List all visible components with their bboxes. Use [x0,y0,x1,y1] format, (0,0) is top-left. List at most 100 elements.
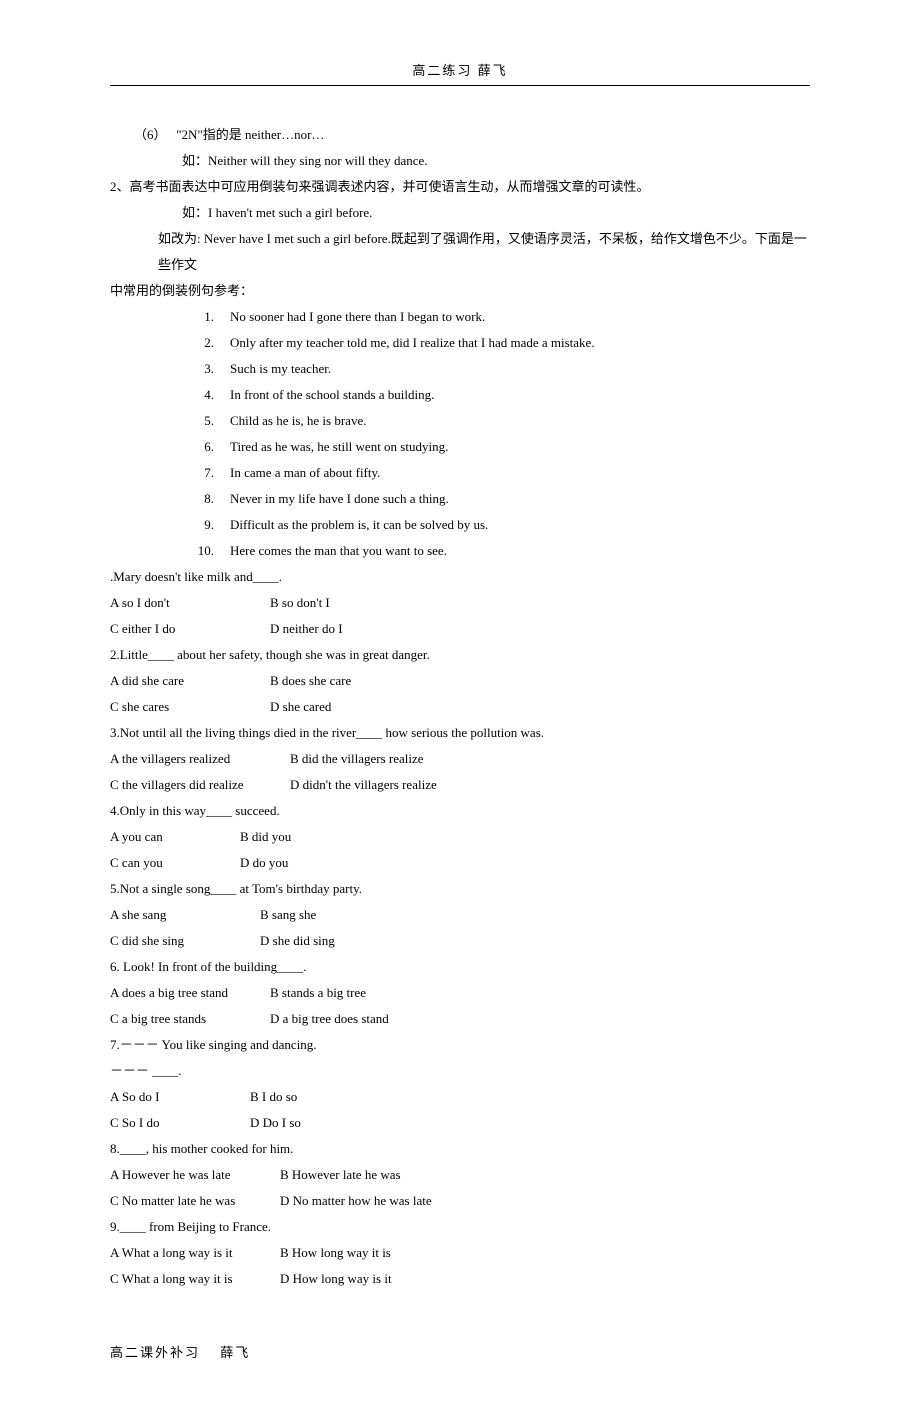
question-2-options-row-1: A did she careB does she care [110,668,810,694]
list-item: 4.In front of the school stands a buildi… [182,382,810,408]
question-1-options-row-1: A so I don'tB so don't I [110,590,810,616]
question-4-options-row-1: A you canB did you [110,824,810,850]
list-text: Here comes the man that you want to see. [230,538,447,564]
option-d: D How long way is it [280,1266,392,1292]
option-b: B did the villagers realize [290,746,424,772]
list-text: In front of the school stands a building… [230,382,434,408]
list-text: Child as he is, he is brave. [230,408,366,434]
list-number: 7. [182,460,230,486]
question-7-stem-1: 7.－－－ You like singing and dancing. [110,1032,810,1058]
option-c: C the villagers did realize [110,772,290,798]
option-c: C can you [110,850,240,876]
list-item: 5.Child as he is, he is brave. [182,408,810,434]
question-6-options-row-2: C a big tree standsD a big tree does sta… [110,1006,810,1032]
list-number: 2. [182,330,230,356]
option-a: A So do I [110,1084,250,1110]
question-4-stem: 4.Only in this way____ succeed. [110,798,810,824]
question-6-stem: 6. Look! In front of the building____. [110,954,810,980]
question-1-stem: .Mary doesn't like milk and____. [110,564,810,590]
option-a: A What a long way is it [110,1240,280,1266]
list-text: Difficult as the problem is, it can be s… [230,512,488,538]
question-8-stem: 8.____, his mother cooked for him. [110,1136,810,1162]
list-text: No sooner had I gone there than I began … [230,304,485,330]
list-item: 8.Never in my life have I done such a th… [182,486,810,512]
option-a: A did she care [110,668,270,694]
option-d: D No matter how he was late [280,1188,432,1214]
section-2-rewrite-1: 如改为: Never have I met such a girl before… [110,226,810,278]
question-6-options-row-1: A does a big tree standB stands a big tr… [110,980,810,1006]
question-3-options-row-2: C the villagers did realizeD didn't the … [110,772,810,798]
list-text: Such is my teacher. [230,356,331,382]
page-header: 高二练习 薛飞 [110,60,810,86]
section-6-label: （6） "2N"指的是 neither…nor… [110,122,810,148]
question-3-options-row-1: A the villagers realizedB did the villag… [110,746,810,772]
page-footer: 高二课外补习 薛飞 [110,1342,810,1361]
option-c: C No matter late he was [110,1188,280,1214]
question-7-stem-2: －－－ ____. [110,1058,810,1084]
section-2-rewrite-2: 中常用的倒装例句参考： [110,278,810,304]
list-item: 1.No sooner had I gone there than I bega… [182,304,810,330]
list-text: Never in my life have I done such a thin… [230,486,449,512]
question-5-stem: 5.Not a single song____ at Tom's birthda… [110,876,810,902]
list-number: 3. [182,356,230,382]
option-b: B sang she [260,902,316,928]
option-b: B did you [240,824,291,850]
list-number: 1. [182,304,230,330]
question-2-stem: 2.Little____ about her safety, though sh… [110,642,810,668]
option-b: B stands a big tree [270,980,366,1006]
list-number: 6. [182,434,230,460]
list-item: 6.Tired as he was, he still went on stud… [182,434,810,460]
option-c: C So I do [110,1110,250,1136]
option-c: C she cares [110,694,270,720]
question-9-stem: 9.____ from Beijing to France. [110,1214,810,1240]
section-2-example: 如：I haven't met such a girl before. [110,200,810,226]
section-6-example: 如：Neither will they sing nor will they d… [110,148,810,174]
question-7-options-row-2: C So I doD Do I so [110,1110,810,1136]
option-a: A does a big tree stand [110,980,270,1006]
option-c: C either I do [110,616,270,642]
question-2-options-row-2: C she caresD she cared [110,694,810,720]
option-d: D she did sing [260,928,335,954]
list-number: 4. [182,382,230,408]
option-a: A so I don't [110,590,270,616]
option-b: B so don't I [270,590,330,616]
list-item: 10.Here comes the man that you want to s… [182,538,810,564]
section-2-text: 2、高考书面表达中可应用倒装句来强调表述内容，并可使语言生动，从而增强文章的可读… [110,174,810,200]
list-item: 3.Such is my teacher. [182,356,810,382]
question-5-options-row-1: A she sangB sang she [110,902,810,928]
option-d: D a big tree does stand [270,1006,389,1032]
question-3-stem: 3.Not until all the living things died i… [110,720,810,746]
question-1-options-row-2: C either I doD neither do I [110,616,810,642]
option-b: B How long way it is [280,1240,391,1266]
option-c: C a big tree stands [110,1006,270,1032]
option-d: D she cared [270,694,331,720]
question-8-options-row-1: A However he was lateB However late he w… [110,1162,810,1188]
option-a: A she sang [110,902,260,928]
list-text: Tired as he was, he still went on studyi… [230,434,448,460]
option-d: D didn't the villagers realize [290,772,437,798]
question-7-options-row-1: A So do IB I do so [110,1084,810,1110]
option-b: B does she care [270,668,351,694]
option-d: D do you [240,850,288,876]
example-list: 1.No sooner had I gone there than I bega… [110,304,810,564]
question-4-options-row-2: C can youD do you [110,850,810,876]
option-c: C did she sing [110,928,260,954]
option-d: D Do I so [250,1110,301,1136]
question-8-options-row-2: C No matter late he wasD No matter how h… [110,1188,810,1214]
option-c: C What a long way it is [110,1266,280,1292]
option-a: A the villagers realized [110,746,290,772]
list-number: 8. [182,486,230,512]
list-number: 9. [182,512,230,538]
list-text: Only after my teacher told me, did I rea… [230,330,595,356]
option-d: D neither do I [270,616,343,642]
question-9-options-row-2: C What a long way it isD How long way is… [110,1266,810,1292]
list-number: 5. [182,408,230,434]
option-b: B However late he was [280,1162,401,1188]
list-item: 9.Difficult as the problem is, it can be… [182,512,810,538]
question-5-options-row-2: C did she singD she did sing [110,928,810,954]
document-page: 高二练习 薛飞 （6） "2N"指的是 neither…nor… 如：Neith… [0,0,920,1401]
list-item: 7.In came a man of about fifty. [182,460,810,486]
list-number: 10. [182,538,230,564]
list-text: In came a man of about fifty. [230,460,380,486]
list-item: 2.Only after my teacher told me, did I r… [182,330,810,356]
